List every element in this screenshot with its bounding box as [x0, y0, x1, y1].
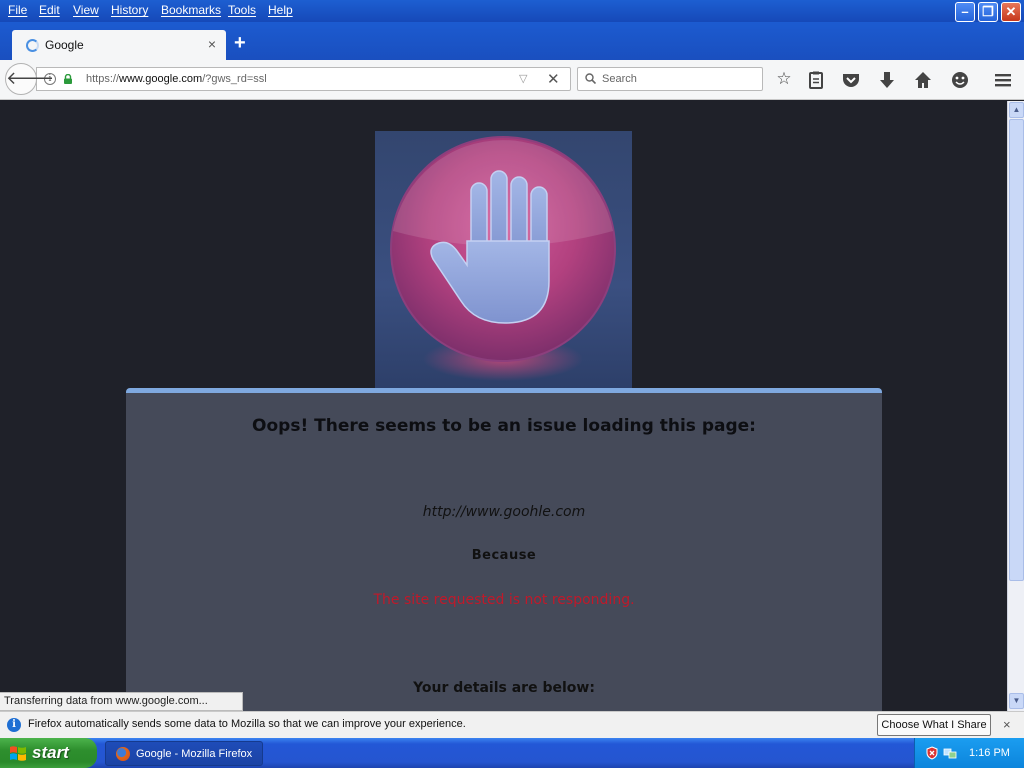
- menu-history[interactable]: History: [111, 3, 148, 17]
- vertical-scrollbar[interactable]: ▲ ▼: [1007, 101, 1024, 711]
- security-shield-icon[interactable]: [925, 746, 939, 760]
- tab-strip: Google × +: [0, 22, 1024, 60]
- chevron-down-icon[interactable]: ▽: [519, 72, 527, 85]
- menu-view[interactable]: View: [73, 3, 99, 17]
- network-icon[interactable]: [943, 746, 957, 760]
- menu-bookmarks[interactable]: Bookmarks: [161, 3, 221, 17]
- arrow-left-icon: 🡐: [6, 68, 55, 88]
- home-icon[interactable]: [912, 69, 934, 91]
- tab-google[interactable]: Google ×: [12, 30, 226, 60]
- start-button[interactable]: start: [0, 738, 97, 768]
- scroll-up-icon[interactable]: ▲: [1009, 102, 1024, 118]
- stop-hand-image: [375, 131, 632, 389]
- lock-icon[interactable]: [63, 74, 73, 84]
- menu-edit[interactable]: Edit: [39, 3, 60, 17]
- download-icon[interactable]: [876, 69, 898, 91]
- menu-tools[interactable]: Tools: [228, 3, 256, 17]
- menu-bar: File Edit View History Bookmarks Tools H…: [0, 0, 1024, 22]
- search-input[interactable]: [602, 71, 757, 87]
- smiley-icon[interactable]: [949, 69, 971, 91]
- notification-text: Firefox automatically sends some data to…: [28, 718, 466, 730]
- new-tab-icon[interactable]: +: [234, 32, 246, 55]
- choose-what-i-share-button[interactable]: Choose What I Share: [877, 714, 991, 736]
- star-icon[interactable]: ☆: [773, 69, 795, 91]
- firefox-icon: [116, 747, 130, 761]
- menu-file[interactable]: File: [8, 3, 27, 17]
- scrollbar-thumb[interactable]: [1009, 119, 1024, 581]
- minimize-button[interactable]: –: [955, 2, 975, 22]
- pocket-icon[interactable]: [840, 69, 862, 91]
- error-heading: Oops! There seems to be an issue loading…: [252, 416, 756, 436]
- clipboard-icon[interactable]: [805, 69, 827, 91]
- error-card: Oops! There seems to be an issue loading…: [126, 388, 882, 711]
- system-tray: 1:16 PM: [914, 738, 1024, 768]
- search-box[interactable]: [577, 67, 763, 91]
- start-label: start: [32, 743, 69, 762]
- clock[interactable]: 1:16 PM: [969, 747, 1010, 759]
- taskbar-item-firefox[interactable]: Google - Mozilla Firefox: [105, 741, 263, 766]
- error-because-label: Because: [471, 548, 537, 563]
- stop-icon[interactable]: ✕: [547, 70, 560, 88]
- hamburger-menu-icon[interactable]: [992, 69, 1014, 91]
- back-button[interactable]: 🡐: [5, 63, 54, 95]
- close-icon[interactable]: ×: [1003, 717, 1011, 732]
- notification-bar: i Firefox automatically sends some data …: [0, 711, 1024, 738]
- status-text: Transferring data from www.google.com...: [0, 692, 243, 711]
- tab-title: Google: [45, 38, 84, 52]
- error-url: http://www.goohle.com: [422, 504, 586, 520]
- page-content: Oops! There seems to be an issue loading…: [0, 101, 1007, 711]
- info-icon: i: [7, 718, 21, 732]
- close-window-button[interactable]: ✕: [1001, 2, 1021, 22]
- url-text[interactable]: https://www.google.com/?gws_rd=ssl: [86, 73, 267, 85]
- loading-throbber-icon: [26, 39, 39, 52]
- error-reason: The site requested is not responding.: [373, 592, 635, 608]
- stop-hand-icon: [390, 136, 616, 381]
- navigation-toolbar: i https://www.google.com/?gws_rd=ssl ▽ ✕…: [0, 60, 1024, 100]
- search-icon: [585, 73, 596, 84]
- taskbar-item-label: Google - Mozilla Firefox: [136, 748, 253, 760]
- tab-close-icon[interactable]: ×: [208, 36, 216, 52]
- scroll-down-icon[interactable]: ▼: [1009, 693, 1024, 709]
- menu-help[interactable]: Help: [268, 3, 293, 17]
- taskbar: start Google - Mozilla Firefox 1:16 PM: [0, 738, 1024, 768]
- windows-logo-icon: [10, 746, 26, 761]
- url-bar[interactable]: i https://www.google.com/?gws_rd=ssl ▽ ✕: [36, 67, 571, 91]
- maximize-button[interactable]: ❐: [978, 2, 998, 22]
